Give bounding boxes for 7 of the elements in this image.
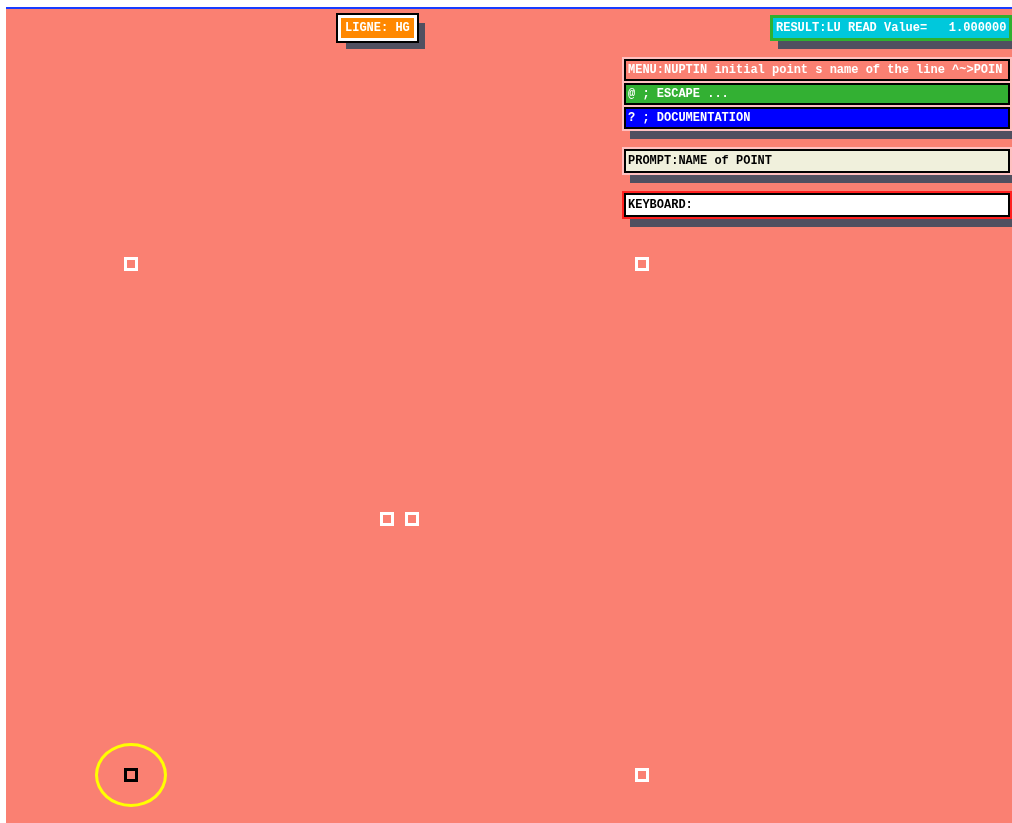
- result-bar: RESULT:LU READ Value= 1.000000: [770, 15, 1012, 41]
- menu-item[interactable]: ? ; DOCUMENTATION: [624, 107, 1010, 129]
- line-label: LIGNE: HG: [338, 15, 417, 41]
- prompt-text: PROMPT:NAME of POINT: [624, 149, 1010, 173]
- point-marker[interactable]: [124, 768, 138, 782]
- menu-title: MENU:NUPTIN initial point s name of the line ^~>POIN: [624, 59, 1010, 81]
- keyboard-field[interactable]: KEYBOARD:: [624, 193, 1010, 217]
